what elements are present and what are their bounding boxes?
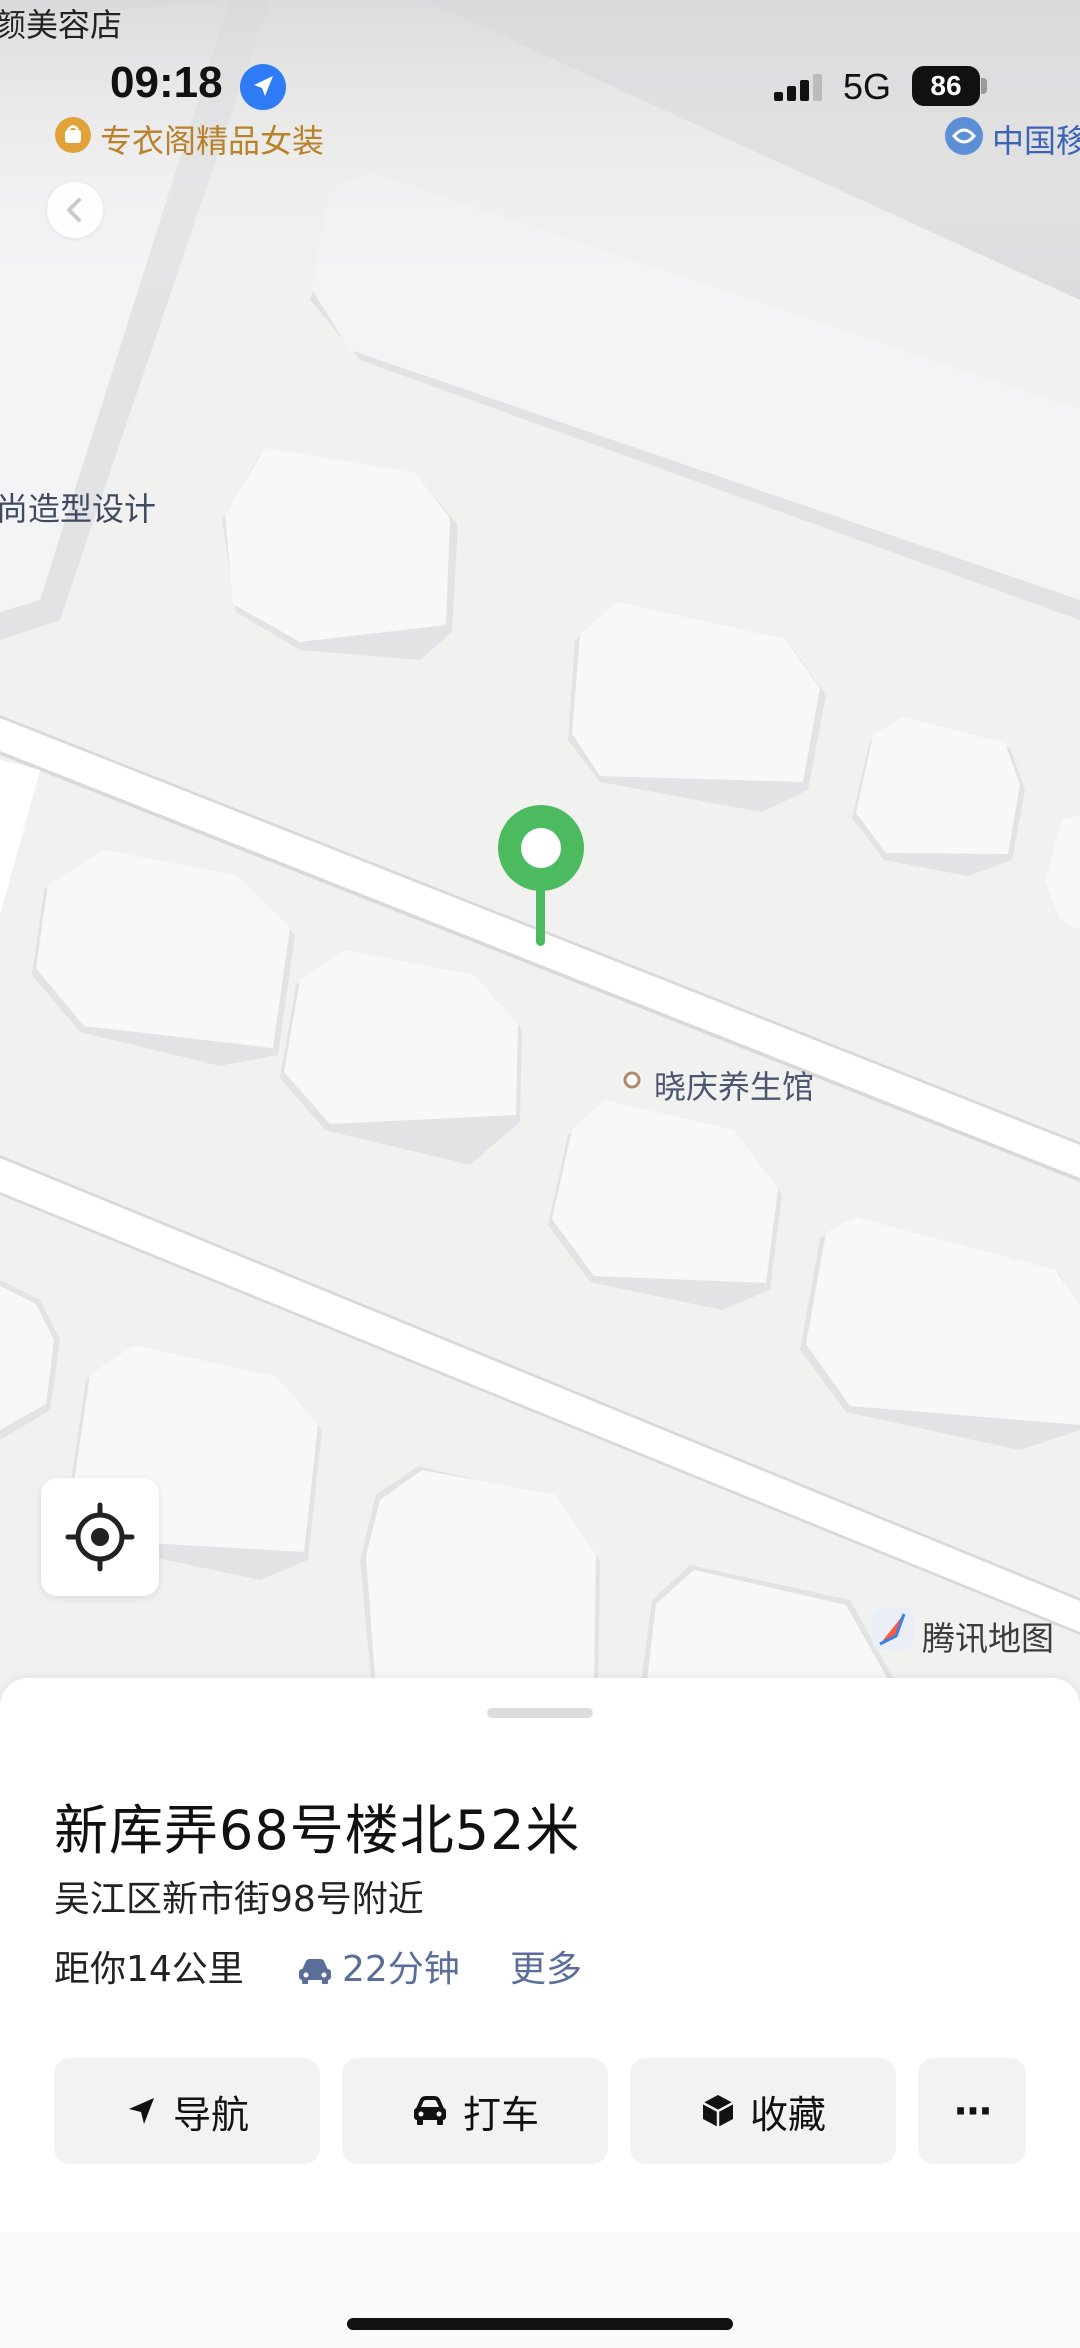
navigate-button[interactable]: 导航 — [54, 2058, 320, 2164]
battery-level: 86 — [912, 66, 980, 106]
location-pin-icon[interactable] — [494, 804, 588, 956]
place-title: 新库弄68号楼北52米 — [54, 1799, 581, 1862]
distance-text: 距你14公里 — [54, 1949, 244, 1990]
back-button[interactable] — [47, 182, 103, 238]
sheet-drag-handle[interactable] — [487, 1708, 593, 1718]
favorite-label: 收藏 — [749, 2092, 826, 2137]
attribution-text: 腾讯地图 — [922, 1619, 1054, 1658]
crosshair-icon — [65, 1502, 135, 1572]
poi-label-salon[interactable]: 尚造型设计 — [0, 484, 156, 530]
more-options-label: ··· — [953, 2089, 992, 2133]
car-icon — [299, 1959, 331, 1984]
taxi-button[interactable]: 打车 — [342, 2058, 608, 2164]
box-icon — [702, 2095, 734, 2127]
locate-me-button[interactable] — [41, 1478, 159, 1596]
tencent-map-logo-icon — [872, 1608, 914, 1650]
place-address: 吴江区新市街98号附近 — [54, 1879, 424, 1920]
place-detail-sheet[interactable]: 新库弄68号楼北52米 吴江区新市街98号附近 距你14公里 22分钟 更多 导… — [0, 1678, 1080, 2348]
taxi-icon — [413, 2096, 446, 2125]
back-app-label[interactable]: 颜美容店 — [0, 0, 122, 46]
network-type: 5G — [843, 66, 892, 107]
favorite-button[interactable]: 收藏 — [630, 2058, 896, 2164]
poi-label-health[interactable]: 晓庆养生馆 — [654, 1062, 814, 1108]
shop-icon — [55, 117, 91, 153]
cellular-signal-icon — [774, 74, 822, 101]
info-row: 距你14公里 22分钟 更多 — [54, 1940, 582, 1992]
status-time: 09:18 — [110, 58, 223, 107]
drive-time-text: 22分钟 — [342, 1949, 460, 1990]
navigation-arrow-icon — [128, 2098, 154, 2124]
home-indicator[interactable] — [347, 2318, 733, 2330]
drive-time[interactable]: 22分钟 — [296, 1940, 460, 1992]
poi-label-china-mobile[interactable]: 中国移 — [992, 116, 1080, 162]
navigate-label: 导航 — [172, 2092, 249, 2137]
taxi-label: 打车 — [462, 2092, 539, 2137]
poi-dot-icon — [623, 1071, 641, 1089]
more-options-button[interactable]: ··· — [918, 2058, 1026, 2164]
battery-cap — [981, 78, 987, 94]
more-link[interactable]: 更多 — [510, 1940, 582, 1992]
chevron-left-icon — [67, 198, 81, 222]
poi-label-clothing[interactable]: 专衣阁精品女装 — [100, 116, 324, 162]
footer-band — [0, 2232, 1080, 2348]
map-view[interactable]: 颜美容店 09:18 5G 86 专衣阁精品女装 中国移 尚造型设计 晓庆养生馆 — [0, 0, 1080, 1690]
china-mobile-icon — [945, 117, 983, 155]
location-arrow-icon — [240, 64, 286, 110]
